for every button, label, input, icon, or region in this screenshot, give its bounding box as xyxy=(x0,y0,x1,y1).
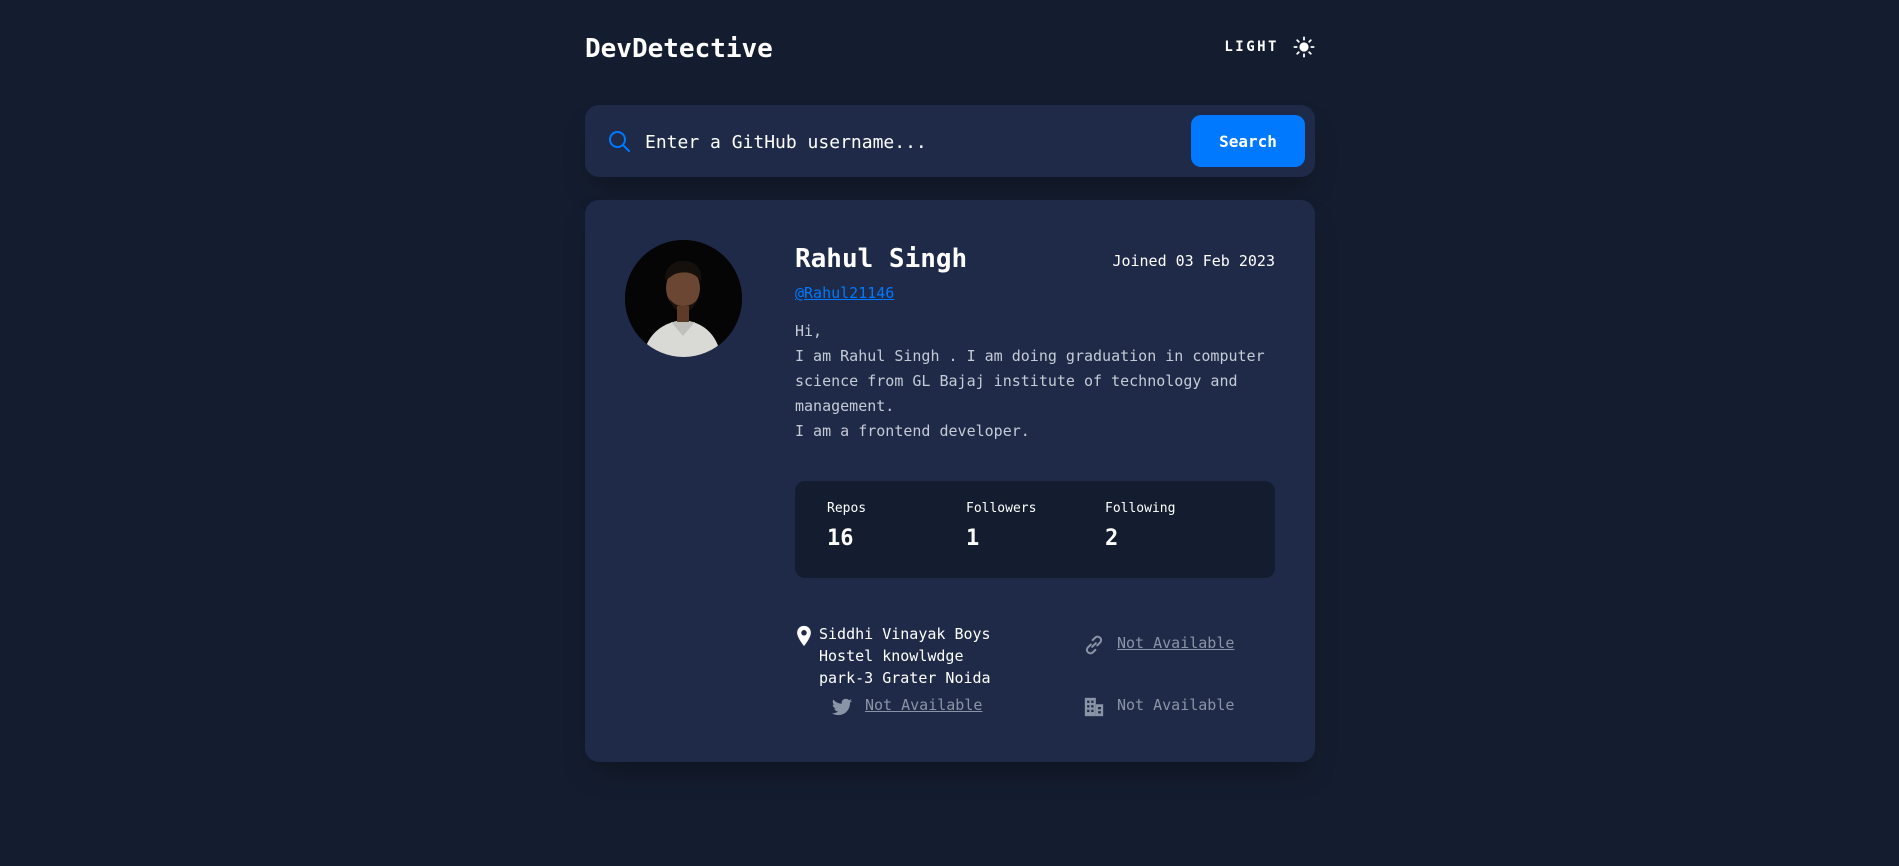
search-button[interactable]: Search xyxy=(1191,115,1305,167)
website-item: Not Available xyxy=(1083,634,1234,656)
sun-icon xyxy=(1293,36,1315,58)
website-link[interactable]: Not Available xyxy=(1117,634,1234,652)
app-container: DevDetective LIGHT Enter a GitHub userna… xyxy=(585,0,1315,762)
stat-repos: Repos 16 xyxy=(827,501,957,551)
twitter-link[interactable]: Not Available xyxy=(865,696,982,714)
twitter-item: Not Available xyxy=(831,696,982,718)
avatar xyxy=(625,240,742,357)
stat-label: Followers xyxy=(966,501,1037,516)
stat-value: 2 xyxy=(1105,526,1119,551)
stat-label: Following xyxy=(1105,501,1176,516)
company-text: Not Available xyxy=(1117,696,1235,714)
profile-card: Rahul Singh Joined 03 Feb 2023 @Rahul211… xyxy=(585,200,1315,762)
header: DevDetective LIGHT xyxy=(585,0,1315,100)
search-bar: Search xyxy=(585,105,1315,177)
profile-bio: Hi, I am Rahul Singh . I am doing gradua… xyxy=(795,319,1275,444)
location-line: Siddhi Vinayak Boys xyxy=(819,625,991,643)
search-input[interactable] xyxy=(643,123,1147,161)
stats-panel: Repos 16 Followers 1 Following 2 xyxy=(795,481,1275,578)
stat-followers: Followers 1 xyxy=(966,501,1096,551)
twitter-icon xyxy=(831,698,853,716)
profile-username-link[interactable]: @Rahul21146 xyxy=(795,284,894,302)
location-line: park-3 Grater Noida xyxy=(819,669,991,687)
stat-value: 1 xyxy=(966,526,980,551)
location-item: Siddhi Vinayak Boys Hostel knowlwdge par… xyxy=(795,623,991,689)
company-item: Not Available xyxy=(1083,696,1234,718)
bio-line: management. xyxy=(795,397,895,415)
theme-toggle-label: LIGHT xyxy=(1224,39,1279,55)
bio-line: I am a frontend developer. xyxy=(795,422,1030,440)
app-title: DevDetective xyxy=(585,34,773,64)
stat-value: 16 xyxy=(827,526,854,551)
location-text: Siddhi Vinayak Boys Hostel knowlwdge par… xyxy=(819,623,991,689)
search-icon xyxy=(609,131,630,152)
stat-label: Repos xyxy=(827,501,867,516)
bio-line: science from GL Bajaj institute of techn… xyxy=(795,372,1238,390)
joined-date: Joined 03 Feb 2023 xyxy=(1112,252,1275,270)
bio-line: I am Rahul Singh . I am doing graduation… xyxy=(795,347,1265,365)
bio-line: Hi, xyxy=(795,322,823,340)
stat-following: Following 2 xyxy=(1105,501,1235,551)
profile-name: Rahul Singh xyxy=(795,244,968,274)
location-pin-icon xyxy=(797,625,811,647)
theme-toggle-button[interactable]: LIGHT xyxy=(1224,36,1315,58)
building-icon xyxy=(1084,697,1104,717)
link-icon xyxy=(1085,635,1103,655)
location-line: Hostel knowlwdge xyxy=(819,647,964,665)
